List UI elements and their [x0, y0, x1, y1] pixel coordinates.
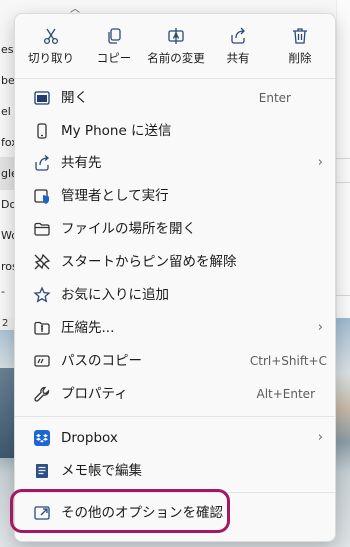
folder-icon: [33, 220, 51, 238]
menu-item-open[interactable]: 開く Enter: [19, 83, 333, 113]
chevron-right-icon: ›: [317, 320, 323, 335]
menu-item-label: プロパティ: [61, 386, 128, 402]
notepad-icon: [33, 462, 51, 480]
menu-item-open-file-location[interactable]: ファイルの場所を開く: [19, 214, 333, 244]
menu-item-compress-to[interactable]: 圧縮先... ›: [19, 313, 333, 343]
background-right-panel: [336, 0, 350, 318]
menu-item-edit-in-notepad[interactable]: メモ帳で編集: [19, 456, 333, 486]
shortcut-text: Ctrl+Shift+C: [249, 354, 327, 368]
menu-item-label: スタートからピン留めを解除: [61, 254, 237, 270]
menu-item-label: Dropbox: [61, 430, 118, 446]
shortcut-text: Enter: [258, 91, 291, 105]
cut-button[interactable]: 切り取り: [21, 22, 81, 72]
unpin-icon: [33, 253, 51, 271]
menu-item-copy-path[interactable]: パスのコピー Ctrl+Shift+C: [19, 346, 333, 376]
rename-icon: [146, 22, 206, 50]
menu-item-label: 開く: [61, 90, 88, 106]
menu-item-label: お気に入りに追加: [61, 287, 169, 303]
shield-run-icon: [33, 187, 51, 205]
menu-item-label: ファイルの場所を開く: [61, 221, 196, 237]
delete-label: 削除: [288, 51, 312, 65]
rename-button[interactable]: 名前の変更: [146, 22, 206, 72]
divider: [336, 182, 350, 183]
star-icon: [33, 286, 51, 304]
zip-folder-icon: [33, 319, 51, 337]
share-button[interactable]: 共有: [208, 22, 268, 72]
divider: [336, 158, 350, 159]
phone-icon: [33, 122, 51, 140]
menu-item-label: メモ帳で編集: [61, 463, 142, 479]
share-label: 共有: [226, 51, 250, 65]
cut-label: 切り取り: [28, 51, 74, 65]
chevron-right-icon: ›: [317, 155, 323, 170]
rename-label: 名前の変更: [147, 51, 205, 65]
menu-item-label: パスのコピー: [61, 353, 142, 369]
trash-icon: [270, 22, 330, 50]
menu-item-dropbox[interactable]: Dropbox ›: [19, 423, 333, 453]
menu-item-run-as-admin[interactable]: 管理者として実行: [19, 181, 333, 211]
copy-button[interactable]: コピー: [84, 22, 144, 72]
share-to-icon: [33, 154, 51, 172]
copy-label: コピー: [96, 51, 132, 65]
context-menu: 切り取り コピー 名前の変更 共有 削除 開く Enter My Phone に…: [14, 13, 336, 542]
share-icon: [208, 22, 268, 50]
menu-item-send-to-phone[interactable]: My Phone に送信: [19, 116, 333, 146]
highlight-annotation-ring: [10, 489, 230, 533]
menu-item-share-to[interactable]: 共有先 ›: [19, 148, 333, 178]
dropbox-icon: [33, 429, 51, 447]
chevron-right-icon: ›: [317, 430, 323, 445]
menu-item-label: 圧縮先...: [61, 320, 115, 336]
quick-actions-bar: 切り取り コピー 名前の変更 共有 削除: [15, 14, 335, 76]
wrench-icon: [33, 385, 51, 403]
copy-icon: [84, 22, 144, 50]
copy-path-icon: [33, 352, 51, 370]
menu-item-unpin-from-start[interactable]: スタートからピン留めを解除: [19, 247, 333, 277]
separator: [15, 78, 335, 79]
divider: [336, 295, 350, 296]
separator: [15, 416, 335, 417]
scissors-icon: [21, 22, 81, 50]
open-window-icon: [33, 89, 51, 107]
delete-button[interactable]: 削除: [270, 22, 330, 72]
menu-item-add-to-favorites[interactable]: お気に入りに追加: [19, 280, 333, 310]
menu-item-label: 管理者として実行: [61, 188, 169, 204]
shortcut-text: Alt+Enter: [256, 387, 315, 401]
menu-item-properties[interactable]: プロパティ Alt+Enter: [19, 379, 333, 409]
menu-item-label: 共有先: [61, 155, 102, 171]
menu-item-label: My Phone に送信: [61, 123, 172, 139]
